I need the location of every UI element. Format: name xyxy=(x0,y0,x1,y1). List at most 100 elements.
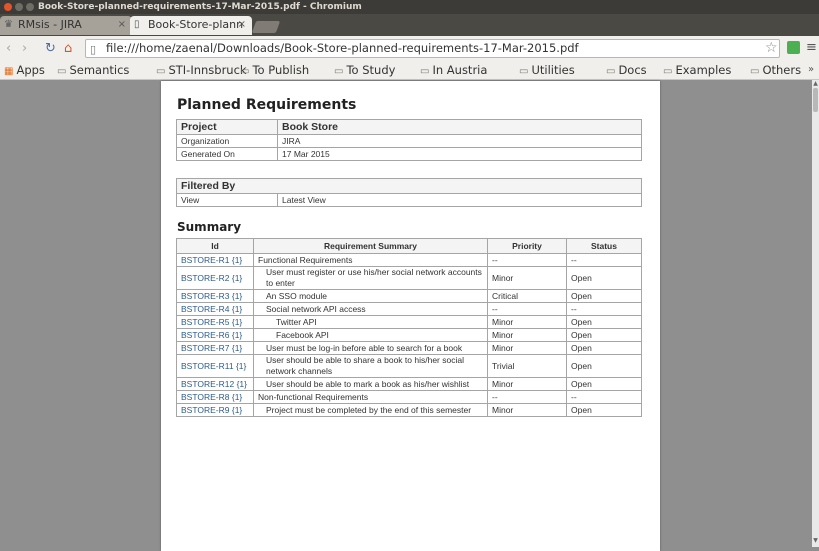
bookmarks-bar: ▦ Apps ▭ Semantics ▭ STI-Innsbruck ▭ To Publ… xyxy=(0,62,819,80)
requirement-priority: -- xyxy=(487,302,567,316)
home-icon[interactable]: ⌂ xyxy=(64,41,72,57)
requirement-priority: Minor xyxy=(487,403,567,417)
folder-icon: ▭ xyxy=(606,66,616,77)
table-row: BSTORE-R12 {1} User should be able to mar… xyxy=(176,377,642,391)
requirement-summary: An SSO module xyxy=(253,289,488,303)
bookmark-to-publish[interactable]: ▭ To Publish xyxy=(240,62,309,80)
page-icon: ▯ xyxy=(90,43,97,56)
back-arrow-icon[interactable]: ‹ xyxy=(6,41,11,57)
bookmark-examples[interactable]: ▭ Examples xyxy=(663,62,731,80)
requirement-summary: Social network API access xyxy=(253,302,488,316)
requirement-priority: Minor xyxy=(487,341,567,355)
requirement-summary: Project must be completed by the end of … xyxy=(253,403,488,417)
table-header-cell: Book Store xyxy=(277,119,642,135)
maximize-window-icon[interactable] xyxy=(26,3,34,11)
table-header-row: Project Book Store xyxy=(176,119,642,135)
reload-icon[interactable]: ↻ xyxy=(45,41,56,57)
requirement-id-link[interactable]: BSTORE-R9 {1} xyxy=(176,403,254,417)
table-row: BSTORE-R3 {1} An SSO module Critical Open xyxy=(176,289,642,303)
requirement-id-link[interactable]: BSTORE-R4 {1} xyxy=(176,302,254,316)
extension-icon[interactable] xyxy=(787,41,800,54)
requirement-summary: User must register or use his/her social… xyxy=(253,266,488,290)
folder-icon: ▭ xyxy=(750,66,760,77)
table-row: BSTORE-R5 {1} Twitter API Minor Open xyxy=(176,315,642,329)
table-header-row: Filtered By xyxy=(176,178,642,194)
table-row: BSTORE-R7 {1} User must be log-in before … xyxy=(176,341,642,355)
table-row: BSTORE-R1 {1} Functional Requirements -- -- xyxy=(176,253,642,267)
requirement-id-link[interactable]: BSTORE-R5 {1} xyxy=(176,315,254,329)
bookmark-semantics[interactable]: ▭ Semantics xyxy=(57,62,129,80)
bookmark-others[interactable]: ▭ Others xyxy=(750,62,801,80)
star-icon[interactable]: ☆ xyxy=(765,40,778,56)
requirement-id-link[interactable]: BSTORE-R11 {1} xyxy=(176,354,254,378)
tab-label: RMsis - JIRA xyxy=(18,18,82,31)
folder-icon: ▭ xyxy=(334,66,344,77)
window-title: Book-Store-planned-requirements-17-Mar-2… xyxy=(38,2,362,12)
requirement-status: -- xyxy=(566,302,642,316)
close-tab-icon[interactable]: × xyxy=(118,16,126,34)
requirement-id-link[interactable]: BSTORE-R3 {1} xyxy=(176,289,254,303)
requirement-priority: Minor xyxy=(487,328,567,342)
requirement-id-link[interactable]: BSTORE-R7 {1} xyxy=(176,341,254,355)
summary-table-body: BSTORE-R1 {1} Functional Requirements -- --… xyxy=(176,253,642,417)
scroll-down-icon[interactable]: ▼ xyxy=(812,537,819,544)
requirement-priority: Trivial xyxy=(487,354,567,378)
requirement-priority: Minor xyxy=(487,377,567,391)
table-row: BSTORE-R11 {1} User should be able to sha… xyxy=(176,354,642,378)
bookmark-utilities[interactable]: ▭ Utilities xyxy=(519,62,575,80)
minimize-window-icon[interactable] xyxy=(15,3,23,11)
hamburger-menu-icon[interactable]: ≡ xyxy=(806,40,817,56)
forward-arrow-icon[interactable]: › xyxy=(22,41,27,57)
folder-icon: ▭ xyxy=(57,66,67,77)
table-header-row: Id Requirement Summary Priority Status xyxy=(176,238,642,254)
scroll-up-icon[interactable]: ▲ xyxy=(812,80,819,87)
apps-grid-icon: ▦ xyxy=(4,66,14,77)
project-table: Project Book Store Organization JIRA Gen… xyxy=(176,119,642,161)
bookmark-apps[interactable]: ▦ Apps xyxy=(4,62,45,80)
requirement-id-link[interactable]: BSTORE-R8 {1} xyxy=(176,390,254,404)
address-bar[interactable]: ▯ file:///home/zaenal/Downloads/Book-Sto… xyxy=(85,39,780,58)
window-controls xyxy=(4,3,34,11)
new-tab-button[interactable] xyxy=(251,21,281,33)
folder-icon: ▭ xyxy=(156,66,166,77)
requirement-status: Open xyxy=(566,328,642,342)
document-favicon-icon: ▯ xyxy=(134,19,140,30)
bookmark-in-austria[interactable]: ▭ In Austria xyxy=(420,62,487,80)
requirement-status: Open xyxy=(566,315,642,329)
requirement-id-link[interactable]: BSTORE-R1 {1} xyxy=(176,253,254,267)
browser-toolbar: ‹ › ↻ ⌂ ▯ file:///home/zaenal/Downloads/… xyxy=(0,36,819,62)
bookmark-sti-innsbruck[interactable]: ▭ STI-Innsbruck xyxy=(156,62,247,80)
tab-label: Book-Store-plann xyxy=(148,18,244,31)
requirement-id-link[interactable]: BSTORE-R6 {1} xyxy=(176,328,254,342)
tab-book-store[interactable]: ▯ Book-Store-plann × xyxy=(130,16,252,35)
requirement-status: Open xyxy=(566,266,642,290)
requirement-summary: Facebook API xyxy=(253,328,488,342)
folder-icon: ▭ xyxy=(519,66,529,77)
window-titlebar: Book-Store-planned-requirements-17-Mar-2… xyxy=(0,0,819,14)
table-cell: View xyxy=(176,193,278,207)
bookmark-docs[interactable]: ▭ Docs xyxy=(606,62,647,80)
requirement-status: Open xyxy=(566,289,642,303)
table-cell: Organization xyxy=(176,134,278,148)
more-bookmarks-icon[interactable]: » xyxy=(808,62,814,78)
scrollbar-thumb[interactable] xyxy=(813,88,818,112)
requirement-summary: User must be log-in before able to searc… xyxy=(253,341,488,355)
close-window-icon[interactable] xyxy=(4,3,12,11)
requirement-status: Open xyxy=(566,377,642,391)
summary-table: Id Requirement Summary Priority Status B… xyxy=(176,238,642,417)
requirement-priority: -- xyxy=(487,253,567,267)
table-header-cell: Status xyxy=(566,238,642,254)
requirement-summary: Twitter API xyxy=(253,315,488,329)
tab-strip: ♛ RMsis - JIRA × ▯ Book-Store-plann × xyxy=(0,14,819,36)
table-row: Generated On 17 Mar 2015 xyxy=(176,147,642,161)
requirement-summary: Non-functional Requirements xyxy=(253,390,488,404)
bookmark-to-study[interactable]: ▭ To Study xyxy=(334,62,395,80)
table-header-cell: Id xyxy=(176,238,254,254)
requirement-id-link[interactable]: BSTORE-R12 {1} xyxy=(176,377,254,391)
table-cell: 17 Mar 2015 xyxy=(277,147,642,161)
requirement-id-link[interactable]: BSTORE-R2 {1} xyxy=(176,266,254,290)
table-row: BSTORE-R9 {1} Project must be completed b… xyxy=(176,403,642,417)
vertical-scrollbar[interactable]: ▲ ▼ xyxy=(812,80,819,547)
tab-rmsis-jira[interactable]: ♛ RMsis - JIRA × xyxy=(0,16,132,35)
close-tab-icon[interactable]: × xyxy=(238,16,246,34)
